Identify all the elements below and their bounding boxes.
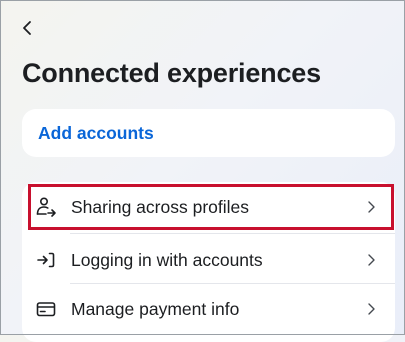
list-item-logging-in-with-accounts[interactable]: Logging in with accounts [22,235,395,285]
list-item-label: Sharing across profiles [71,196,249,217]
login-arrow-icon [35,249,57,271]
add-accounts-link[interactable]: Add accounts [38,123,154,144]
add-accounts-card: Add accounts [22,109,395,157]
back-button[interactable] [22,16,46,40]
chevron-right-icon [365,200,377,214]
list-item-sharing-across-profiles[interactable]: Sharing across profiles [22,182,395,232]
list-item-label: Manage payment info [71,298,240,319]
share-user-icon [35,196,57,218]
list-item-label: Logging in with accounts [71,249,263,270]
credit-card-icon [35,298,57,320]
list-item-manage-payment-info[interactable]: Manage payment info [22,284,395,334]
chevron-right-icon [365,253,377,267]
divider [70,233,395,234]
page-title: Connected experiences [22,58,321,88]
chevron-right-icon [365,302,377,316]
chevron-left-icon [23,21,31,35]
settings-list: Sharing across profiles Logging in with … [22,182,395,342]
